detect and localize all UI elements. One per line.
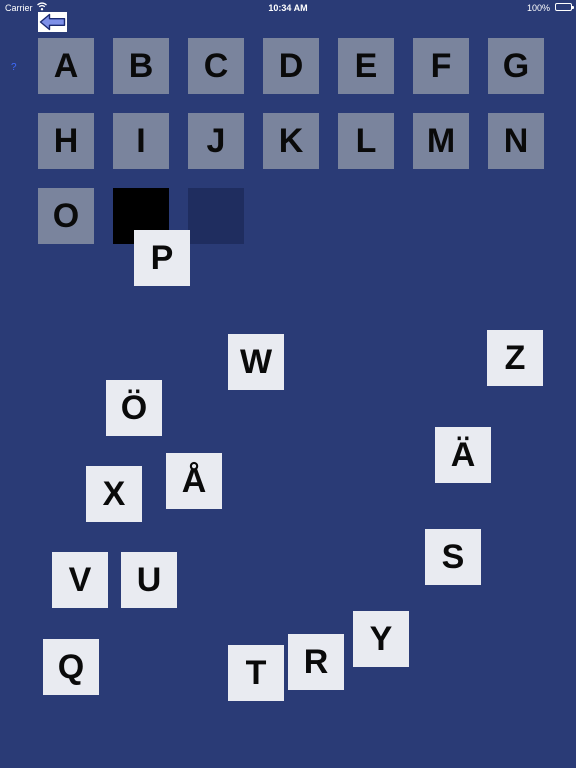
loose-tile-q[interactable]: Q	[43, 639, 99, 695]
loose-tile-a-umlaut[interactable]: Ä	[435, 427, 491, 483]
left-arrow-icon	[39, 13, 66, 31]
placed-tile-m: M	[413, 113, 469, 169]
placed-tile-f: F	[413, 38, 469, 94]
loose-tile-y[interactable]: Y	[353, 611, 409, 667]
loose-tile-r[interactable]: R	[288, 634, 344, 690]
placed-tile-b: B	[113, 38, 169, 94]
placed-tile-g: G	[488, 38, 544, 94]
placed-tile-d: D	[263, 38, 319, 94]
help-link[interactable]: ?	[11, 62, 17, 73]
loose-tile-v[interactable]: V	[52, 552, 108, 608]
placed-tile-n: N	[488, 113, 544, 169]
placed-tile-o: O	[38, 188, 94, 244]
battery-icon	[555, 3, 574, 11]
placed-tile-j: J	[188, 113, 244, 169]
placed-tile-a: A	[38, 38, 94, 94]
loose-tile-w[interactable]: W	[228, 334, 284, 390]
loose-tile-o-umlaut[interactable]: Ö	[106, 380, 162, 436]
empty-slot[interactable]	[188, 188, 244, 244]
clock: 10:34 AM	[268, 3, 308, 13]
placed-tile-k: K	[263, 113, 319, 169]
back-button[interactable]	[38, 12, 67, 32]
placed-tile-c: C	[188, 38, 244, 94]
placed-tile-i: I	[113, 113, 169, 169]
loose-tile-a-ring[interactable]: Å	[166, 453, 222, 509]
loose-tile-x[interactable]: X	[86, 466, 142, 522]
loose-tile-t[interactable]: T	[228, 645, 284, 701]
placed-tile-h: H	[38, 113, 94, 169]
status-bar: Carrier 10:34 AM 100%	[0, 0, 576, 16]
placed-tile-e: E	[338, 38, 394, 94]
loose-tile-s[interactable]: S	[425, 529, 481, 585]
loose-tile-u[interactable]: U	[121, 552, 177, 608]
loose-tile-z[interactable]: Z	[487, 330, 543, 386]
loose-tile-p[interactable]: P	[134, 230, 190, 286]
battery-percentage: 100%	[526, 3, 550, 13]
placed-tile-l: L	[338, 113, 394, 169]
